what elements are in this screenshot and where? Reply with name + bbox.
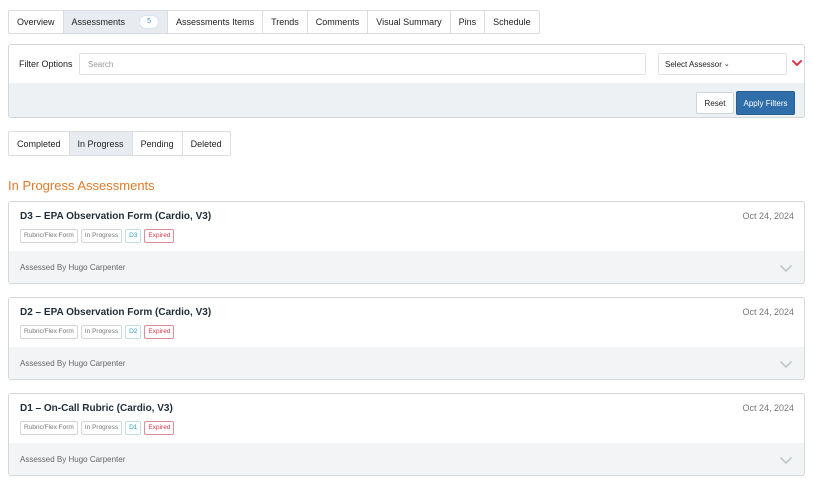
filter-panel: Filter Options Select Assessor ⌄ Reset A… [8, 44, 805, 118]
assessment-title: D3 – EPA Observation Form (Cardio, V3) [20, 211, 212, 222]
assessment-date: Oct 24, 2024 [742, 307, 794, 317]
form-type-tag: Rubric/Flex Form [20, 325, 78, 339]
form-type-tag: Rubric/Flex Form [20, 229, 78, 243]
tab-pins[interactable]: Pins [451, 11, 486, 33]
assessed-by: Assessed By Hugo Carpenter [20, 263, 126, 272]
filter-actions: Reset Apply Filters [9, 83, 804, 117]
tab-label: Deleted [190, 138, 222, 149]
tab-label: Assessments [71, 17, 126, 27]
reset-button[interactable]: Reset [696, 92, 734, 114]
apply-filters-button[interactable]: Apply Filters [736, 91, 795, 115]
section-title: In Progress Assessments [8, 178, 155, 193]
assessed-by: Assessed By Hugo Carpenter [20, 455, 126, 464]
assessment-list: D3 – EPA Observation Form (Cardio, V3) O… [8, 201, 805, 489]
tab-pending[interactable]: Pending [133, 132, 183, 155]
caret-down-icon: ⌄ [723, 61, 730, 68]
status-tag: In Progress [80, 421, 123, 435]
tag-list: Rubric/Flex Form In Progress D2 Expired [20, 325, 175, 339]
tab-label: Assessments Items [176, 17, 255, 27]
code-tag: D2 [125, 325, 142, 339]
assessment-card[interactable]: D3 – EPA Observation Form (Cardio, V3) O… [8, 201, 805, 284]
tab-completed[interactable]: Completed [9, 132, 70, 155]
tab-deleted[interactable]: Deleted [183, 132, 230, 155]
tab-visual-summary[interactable]: Visual Summary [368, 11, 451, 33]
tab-label: Pending [140, 138, 174, 149]
expired-tag: Expired [144, 325, 175, 339]
card-footer: Assessed By Hugo Carpenter [9, 443, 804, 475]
tag-list: Rubric/Flex Form In Progress D3 Expired [20, 229, 175, 243]
assessment-title: D2 – EPA Observation Form (Cardio, V3) [20, 307, 212, 318]
assessment-card[interactable]: D2 – EPA Observation Form (Cardio, V3) O… [8, 297, 805, 380]
chevron-down-icon[interactable] [780, 263, 792, 273]
card-header: D1 – On-Call Rubric (Cardio, V3) Oct 24,… [9, 394, 804, 443]
code-tag: D3 [125, 229, 142, 243]
form-type-tag: Rubric/Flex Form [20, 421, 78, 435]
tab-label: Trends [271, 17, 299, 27]
tab-assessments-items[interactable]: Assessments Items [168, 11, 264, 33]
status-tag: In Progress [80, 229, 123, 243]
tab-assessments[interactable]: Assessments 5 [63, 11, 169, 33]
card-footer: Assessed By Hugo Carpenter [9, 347, 804, 379]
tab-label: In Progress [77, 138, 124, 149]
tab-schedule[interactable]: Schedule [485, 11, 539, 33]
assessment-title: D1 – On-Call Rubric (Cardio, V3) [20, 403, 173, 414]
assessor-select[interactable]: Select Assessor ⌄ [658, 53, 787, 75]
filter-row: Filter Options Select Assessor ⌄ [9, 45, 804, 83]
chevron-down-icon[interactable] [780, 455, 792, 465]
tab-label: Schedule [493, 17, 531, 27]
assessed-by: Assessed By Hugo Carpenter [20, 359, 126, 368]
tab-label: Completed [17, 138, 61, 149]
card-header: D3 – EPA Observation Form (Cardio, V3) O… [9, 202, 804, 251]
chevron-down-icon[interactable] [791, 57, 803, 69]
tab-in-progress[interactable]: In Progress [69, 132, 133, 155]
search-input[interactable] [79, 53, 646, 75]
card-footer: Assessed By Hugo Carpenter [9, 251, 804, 283]
expired-tag: Expired [144, 229, 175, 243]
tab-trends[interactable]: Trends [263, 11, 308, 33]
assessment-date: Oct 24, 2024 [742, 211, 794, 221]
count-badge: 5 [139, 15, 160, 29]
assessor-select-label: Select Assessor [665, 59, 722, 69]
tab-comments[interactable]: Comments [308, 11, 369, 33]
chevron-down-icon[interactable] [780, 359, 792, 369]
status-tabs: Completed In Progress Pending Deleted [8, 131, 231, 156]
tab-label: Comments [315, 17, 360, 27]
main-tabs: Overview Assessments 5 Assessments Items … [8, 10, 540, 34]
tab-label: Pins [458, 17, 477, 27]
assessment-date: Oct 24, 2024 [742, 403, 794, 413]
assessment-card[interactable]: D1 – On-Call Rubric (Cardio, V3) Oct 24,… [8, 393, 805, 476]
expired-tag: Expired [144, 421, 175, 435]
tag-list: Rubric/Flex Form In Progress D1 Expired [20, 421, 175, 435]
status-tag: In Progress [80, 325, 123, 339]
tab-label: Visual Summary [376, 17, 442, 27]
tab-overview[interactable]: Overview [9, 11, 64, 33]
tab-label: Overview [17, 17, 55, 27]
filter-options-label: Filter Options [19, 59, 73, 69]
card-header: D2 – EPA Observation Form (Cardio, V3) O… [9, 298, 804, 347]
code-tag: D1 [125, 421, 142, 435]
